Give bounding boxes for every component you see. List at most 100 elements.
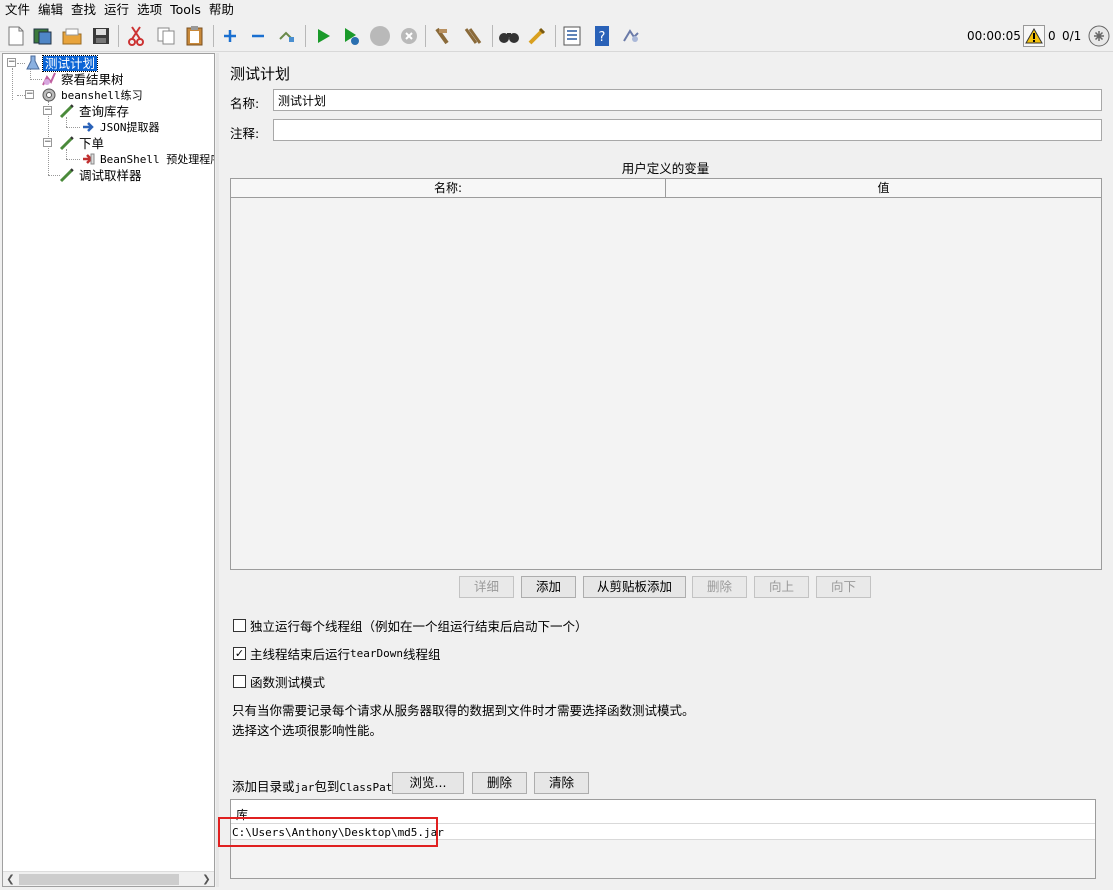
scroll-left-icon[interactable]: ❮ — [3, 872, 18, 886]
tree-node-debug-sampler[interactable]: 调试取样器 — [59, 167, 144, 183]
tree-horizontal-scrollbar[interactable]: ❮ ❯ — [3, 871, 214, 886]
scroll-right-icon[interactable]: ❯ — [199, 872, 214, 886]
classpath-label: 添加目录或jar包到ClassPath — [232, 779, 400, 794]
checkbox-label: 独立运行每个线程组（例如在一个组运行结束后启动下一个） — [250, 618, 588, 634]
arrow-right-icon — [80, 119, 96, 135]
delete-button[interactable]: 删除 — [692, 576, 747, 598]
sampler-pen-icon — [59, 103, 75, 119]
add-button[interactable]: 添加 — [521, 576, 576, 598]
tree-collapse-toggle[interactable]: − — [25, 90, 34, 99]
toolbar: ? 00:00:05 0 0/1 — [0, 20, 1113, 52]
menu-file[interactable]: 文件 — [2, 0, 35, 20]
sampler-pen-icon — [59, 135, 75, 151]
menu-help[interactable]: 帮助 — [206, 0, 239, 20]
tree-label: 下单 — [79, 135, 105, 151]
classpath-delete-button[interactable]: 删除 — [472, 772, 527, 794]
run-thread-groups-consecutively-option[interactable]: 独立运行每个线程组（例如在一个组运行结束后启动下一个） — [233, 617, 588, 634]
move-up-button[interactable]: 向上 — [754, 576, 809, 598]
start-icon[interactable] — [311, 24, 335, 48]
checkbox-checked[interactable]: ✓ — [233, 646, 246, 660]
tree-label: beanshell练习 — [61, 88, 143, 102]
flask-icon — [25, 55, 41, 71]
checkbox-unchecked[interactable] — [233, 674, 246, 688]
preprocessor-icon — [80, 151, 96, 167]
tree-node-query-stock[interactable]: 查询库存 — [59, 103, 131, 119]
reset-search-icon[interactable] — [525, 24, 549, 48]
search-icon[interactable] — [497, 24, 521, 48]
checkbox-label: 主线程结束后运行 — [250, 646, 351, 662]
add-from-clipboard-button[interactable]: 从剪贴板添加 — [583, 576, 686, 598]
tree-collapse-toggle[interactable]: − — [7, 58, 16, 67]
sampler-pen-icon — [59, 167, 75, 183]
open-icon[interactable] — [60, 24, 84, 48]
expand-icon[interactable] — [218, 24, 242, 48]
elapsed-timer: 00:00:05 — [967, 29, 1021, 43]
svg-text:?: ? — [599, 30, 606, 45]
function-helper-icon[interactable] — [560, 24, 584, 48]
shutdown-icon[interactable] — [397, 24, 421, 48]
menu-search[interactable]: 查找 — [68, 0, 101, 20]
tree-label: 察看结果树 — [61, 71, 124, 87]
menu-run[interactable]: 运行 — [101, 0, 134, 20]
browse-button[interactable]: 浏览... — [392, 772, 464, 794]
listener-icon — [41, 71, 57, 87]
menu-options[interactable]: 选项 — [134, 0, 167, 20]
save-icon[interactable] — [89, 24, 113, 48]
tree-node-beanshell-preprocessor[interactable]: BeanShell 预处理程序 — [80, 151, 214, 167]
start-no-pauses-icon[interactable] — [339, 24, 363, 48]
warning-count: 0 — [1048, 29, 1056, 43]
detail-button[interactable]: 详细 — [459, 576, 514, 598]
tree-collapse-toggle[interactable]: − — [43, 106, 52, 115]
templates-icon[interactable] — [31, 24, 55, 48]
menu-bar: 文件 编辑 查找 运行 选项 Tools 帮助 — [0, 0, 1113, 20]
cut-icon[interactable] — [124, 24, 148, 48]
gear-icon — [41, 87, 57, 103]
remote-icon[interactable] — [619, 24, 643, 48]
paste-icon[interactable] — [183, 24, 207, 48]
tree-label: 调试取样器 — [79, 167, 142, 183]
tree-collapse-toggle[interactable]: − — [43, 138, 52, 147]
help-icon[interactable]: ? — [590, 24, 614, 48]
copy-icon[interactable] — [154, 24, 178, 48]
test-plan-panel: 测试计划 名称: 注释: 用户定义的变量 名称: 值 详细 添加 从剪贴板添加 … — [220, 53, 1111, 887]
checkbox-unchecked[interactable] — [233, 618, 246, 632]
menu-tools[interactable]: Tools — [167, 0, 206, 20]
classpath-clear-button[interactable]: 清除 — [534, 772, 589, 794]
panel-title: 测试计划 — [230, 65, 291, 83]
tree-node-place-order[interactable]: 下单 — [59, 135, 106, 151]
move-down-button[interactable]: 向下 — [816, 576, 871, 598]
scrollbar-thumb[interactable] — [19, 874, 179, 885]
tree-node-view-results[interactable]: 察看结果树 — [41, 71, 126, 87]
panel-splitter[interactable] — [216, 53, 219, 887]
tree-node-thread-group[interactable]: beanshell练习 — [41, 87, 145, 103]
checkbox-label-code: tearDown — [350, 646, 403, 660]
user-variables-table[interactable]: 名称: 值 — [230, 178, 1102, 570]
clear-all-icon[interactable] — [461, 24, 485, 48]
checkbox-label: 函数测试模式 — [250, 674, 326, 690]
tree-node-test-plan[interactable]: 测试计划 — [25, 54, 99, 72]
toggle-icon[interactable] — [275, 24, 299, 48]
tree-node-json-extractor[interactable]: JSON提取器 — [80, 119, 162, 135]
name-label: 名称: — [230, 96, 260, 111]
tree-label: JSON提取器 — [100, 120, 160, 134]
active-threads: 0/1 — [1062, 29, 1082, 43]
new-icon[interactable] — [4, 24, 28, 48]
run-teardown-option[interactable]: ✓ 主线程结束后运行 tearDown 线程组 — [233, 645, 441, 662]
collapse-icon[interactable] — [246, 24, 270, 48]
column-header-value[interactable]: 值 — [666, 179, 1101, 198]
checkbox-label-suffix: 线程组 — [403, 646, 441, 662]
clear-icon[interactable] — [431, 24, 455, 48]
global-settings-icon[interactable] — [1088, 25, 1110, 47]
comment-field[interactable] — [273, 119, 1102, 141]
tree-label: 测试计划 — [41, 54, 99, 72]
name-field[interactable] — [273, 89, 1102, 111]
functional-test-mode-option[interactable]: 函数测试模式 — [233, 673, 326, 690]
stop-icon[interactable] — [368, 24, 392, 48]
annotation-highlight-box — [218, 817, 438, 847]
test-plan-tree: − 测试计划 察看结果树 − beanshell练习 − 查询库存 JSON提取… — [2, 53, 215, 887]
column-header-name[interactable]: 名称: — [231, 179, 665, 198]
warning-icon[interactable] — [1023, 25, 1045, 47]
user-variables-title: 用户定义的变量 — [621, 161, 710, 176]
functional-mode-note: 只有当你需要记录每个请求从服务器取得的数据到文件时才需要选择函数测试模式。 — [232, 703, 695, 718]
menu-edit[interactable]: 编辑 — [35, 0, 68, 20]
